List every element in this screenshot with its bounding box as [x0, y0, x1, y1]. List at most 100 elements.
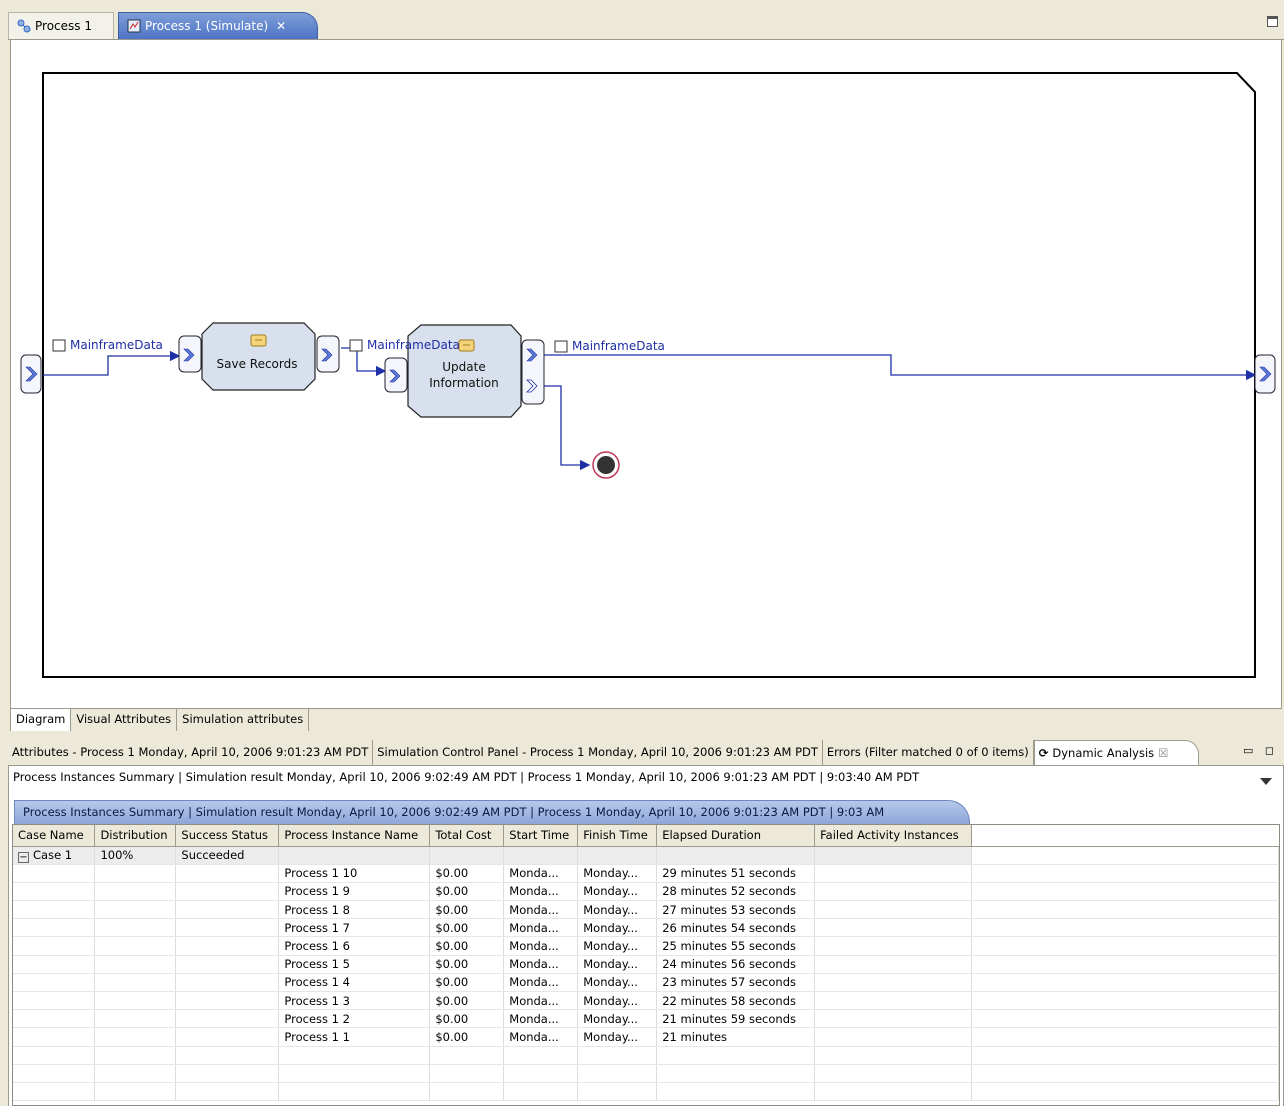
empty-cell — [94, 1027, 177, 1047]
empty-cell — [13, 918, 96, 938]
empty-cell — [94, 936, 177, 956]
start-time-cell: Monda... — [503, 864, 579, 883]
collapse-toggle-icon[interactable]: − — [18, 851, 29, 863]
finish-time-cell: Monday... — [577, 900, 658, 920]
filler-cell — [971, 1027, 1279, 1047]
tab-errors[interactable]: Errors (Filter matched 0 of 0 items) — [823, 740, 1034, 765]
empty-cell — [175, 973, 280, 993]
instance-name-cell: Process 1 3 — [278, 991, 431, 1011]
data-label-text: MainframeData — [70, 338, 163, 352]
tab-dynamic-analysis[interactable]: ⟳ Dynamic Analysis ☒ — [1033, 740, 1200, 765]
table-row[interactable]: Process 1 4 $0.00 Monda... Monday... 23 minu… — [13, 973, 1279, 993]
empty-cell — [94, 1082, 177, 1102]
column-header[interactable]: Elapsed Duration — [656, 825, 816, 847]
filler-cell — [971, 900, 1279, 920]
table-row[interactable]: Process 1 1 $0.00 Monda... Monday... 21 minu… — [13, 1027, 1279, 1047]
empty-row — [13, 1046, 1279, 1065]
empty-cell — [94, 1046, 177, 1065]
column-header[interactable]: Distribution — [94, 825, 177, 847]
column-header[interactable]: Process Instance Name — [278, 825, 431, 847]
data-label-1[interactable]: MainframeData — [52, 338, 163, 352]
data-label-text: MainframeData — [367, 338, 460, 352]
case-row[interactable]: − Case 1 100% Succeeded — [13, 846, 1279, 865]
table-row[interactable]: Process 1 7 $0.00 Monda... Monday... 26 minu… — [13, 918, 1279, 938]
editor-tab-process-1-simulate[interactable]: Process 1 (Simulate) ✕ — [118, 12, 318, 39]
failed-activity-cell — [814, 991, 973, 1011]
empty-cell — [94, 900, 177, 920]
table-row[interactable]: Process 1 2 $0.00 Monda... Monday... 21 minu… — [13, 1009, 1279, 1029]
tab-diagram[interactable]: Diagram — [10, 709, 72, 731]
empty-cell — [94, 991, 177, 1011]
empty-cell — [175, 955, 280, 974]
table-row[interactable]: Process 1 3 $0.00 Monda... Monday... 22 minu… — [13, 991, 1279, 1011]
empty-cell — [278, 1082, 431, 1102]
empty-cell — [577, 1082, 658, 1102]
diagram-canvas[interactable]: Save Records Update Information Mainfram… — [10, 40, 1282, 708]
empty-cell — [175, 1027, 280, 1047]
instance-name-cell: Process 1 5 — [278, 955, 431, 974]
column-header[interactable]: Start Time — [503, 825, 579, 847]
summary-line: Process Instances Summary | Simulation r… — [8, 766, 1284, 790]
tab-attributes[interactable]: Attributes - Process 1 Monday, April 10,… — [8, 740, 374, 765]
total-cost-cell: $0.00 — [429, 973, 505, 993]
finish-time-cell: Monday... — [577, 1009, 658, 1029]
empty-cell — [94, 918, 177, 938]
start-time-cell: Monda... — [503, 882, 579, 902]
connector-line — [544, 354, 1257, 381]
empty-cell — [429, 1046, 505, 1065]
tab-simulation-attributes[interactable]: Simulation attributes — [177, 709, 310, 731]
empty-cell — [175, 1064, 280, 1083]
elapsed-duration-cell: 22 minutes 58 seconds — [656, 991, 816, 1011]
maximize-icon[interactable] — [1267, 16, 1278, 27]
column-header[interactable]: Finish Time — [577, 825, 658, 847]
empty-cell — [175, 991, 280, 1011]
output-port-right[interactable] — [1254, 354, 1276, 394]
data-label-3[interactable]: MainframeData — [554, 339, 665, 353]
empty-cell — [656, 1064, 816, 1083]
empty-cell — [971, 1064, 1279, 1083]
total-cost-cell: $0.00 — [429, 882, 505, 902]
start-time-cell: Monda... — [503, 1027, 579, 1047]
failed-activity-cell — [814, 973, 973, 993]
result-tab[interactable]: Process Instances Summary | Simulation r… — [14, 800, 970, 824]
view-min-max-controls[interactable]: ▭ ◻ — [1243, 744, 1278, 757]
empty-cell — [13, 973, 96, 993]
input-port-left[interactable] — [20, 354, 42, 394]
table-row[interactable]: Process 1 9 $0.00 Monda... Monday... 28 minu… — [13, 882, 1279, 902]
editor-tab-process-1[interactable]: Process 1 — [8, 12, 114, 39]
column-header[interactable]: Failed Activity Instances — [814, 825, 973, 847]
table-row[interactable]: Process 1 10 $0.00 Monda... Monday... 29 min… — [13, 864, 1279, 883]
elapsed-duration-cell: 24 minutes 56 seconds — [656, 955, 816, 974]
failed-activity-cell — [814, 918, 973, 938]
instance-name-cell: Process 1 7 — [278, 918, 431, 938]
table-row[interactable]: Process 1 8 $0.00 Monda... Monday... 27 minu… — [13, 900, 1279, 920]
filler-cell — [971, 882, 1279, 902]
start-time-cell: Monda... — [503, 1009, 579, 1029]
column-header[interactable]: Case Name — [13, 825, 96, 847]
column-header[interactable]: Success Status — [175, 825, 280, 847]
elapsed-duration-cell: 21 minutes — [656, 1027, 816, 1047]
failed-activity-cell — [814, 864, 973, 883]
table-row[interactable]: Process 1 6 $0.00 Monda... Monday... 25 minu… — [13, 936, 1279, 956]
empty-cell — [175, 1082, 280, 1102]
empty-cell — [577, 1046, 658, 1065]
instance-name-cell: Process 1 8 — [278, 900, 431, 920]
table-row[interactable]: Process 1 5 $0.00 Monda... Monday... 24 minu… — [13, 955, 1279, 974]
failed-activity-cell — [814, 882, 973, 902]
start-time-cell: Monda... — [503, 918, 579, 938]
tab-simulation-control-panel[interactable]: Simulation Control Panel - Process 1 Mon… — [373, 740, 823, 765]
end-node[interactable] — [592, 451, 620, 479]
start-time-cell: Monda... — [503, 936, 579, 956]
empty-cell — [175, 864, 280, 883]
tab-visual-attributes[interactable]: Visual Attributes — [71, 709, 178, 731]
close-icon[interactable]: ✕ — [276, 19, 286, 33]
dropdown-arrow-icon[interactable] — [1260, 778, 1272, 785]
empty-cell — [503, 1064, 579, 1083]
close-icon[interactable]: ☒ — [1158, 746, 1168, 765]
start-time-cell: Monda... — [503, 955, 579, 974]
data-label-2[interactable]: MainframeData — [349, 338, 460, 352]
column-header[interactable]: Total Cost — [429, 825, 505, 847]
empty-cell — [278, 1046, 431, 1065]
empty-cell — [656, 1082, 816, 1102]
task-label: Update — [442, 360, 485, 374]
